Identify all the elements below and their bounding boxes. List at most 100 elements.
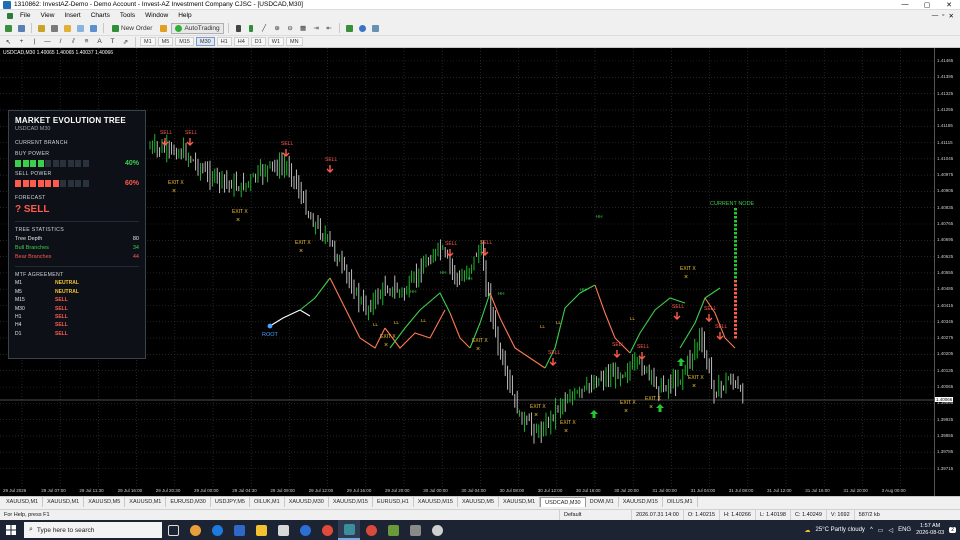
menu-charts[interactable]: Charts (86, 12, 115, 19)
timeframe-h1[interactable]: H1 (216, 37, 232, 46)
menu-file[interactable]: File (15, 12, 35, 19)
menu-view[interactable]: View (35, 12, 59, 19)
timeframe-m5[interactable]: M5 (157, 37, 174, 46)
chart-minimize-button[interactable]: — (932, 12, 939, 20)
time-axis[interactable]: 29 Jul 2026 29 Jul 07:00 29 Jul 11:30 29 Ju… (0, 488, 934, 496)
chart-tab[interactable]: XAUUSD,M1 (125, 497, 167, 507)
indicators-icon[interactable] (344, 23, 355, 34)
chart-tab[interactable]: XAUUSD,M15 (329, 497, 373, 507)
timeframe-m1[interactable]: M1 (140, 37, 156, 46)
volume-icon[interactable]: ◁ (888, 527, 893, 534)
cursor-icon[interactable]: ↖ (3, 36, 14, 47)
chrome-icon-2[interactable] (360, 520, 382, 540)
crosshair-icon[interactable]: + (16, 36, 27, 47)
chart-tab[interactable]: XAUUSD,M1 (43, 497, 85, 507)
network-icon[interactable]: ▭ (878, 527, 884, 534)
chart-tab[interactable]: OILUS,M1 (663, 497, 698, 507)
timeframe-m15[interactable]: M15 (175, 37, 194, 46)
profiles-icon[interactable] (16, 23, 27, 34)
chart-tab[interactable]: USDCAD,M30 (540, 497, 586, 507)
new-chart-icon[interactable] (3, 23, 14, 34)
market-watch-icon[interactable] (36, 23, 47, 34)
chart-tab[interactable]: XAUUSD,M1 (2, 497, 44, 507)
zoom-out-icon[interactable]: ⊖ (285, 23, 296, 34)
timeframe-h4[interactable]: H4 (233, 37, 249, 46)
strategy-tester-icon[interactable] (88, 23, 99, 34)
zoom-in-icon[interactable]: ⊕ (272, 23, 283, 34)
candlestick-icon[interactable] (246, 23, 257, 34)
notifications-icon[interactable]: 2 (949, 527, 956, 533)
app-icon-5[interactable] (294, 520, 316, 540)
templates-icon[interactable] (370, 23, 381, 34)
terminal-icon[interactable] (75, 23, 86, 34)
new-order-button[interactable]: New Order (108, 23, 156, 34)
line-chart-icon[interactable]: ╱ (259, 23, 270, 34)
clock[interactable]: 1:57 AM 2026-08-03 (916, 523, 944, 537)
language-indicator[interactable]: ENG (898, 527, 911, 533)
chart-tab[interactable]: OILUK,M1 (250, 497, 285, 507)
chrome-icon[interactable] (316, 520, 338, 540)
price-chart[interactable]: ROOT CURRENT NODE SELL SELL SELL SELL SELL SELL… (0, 48, 960, 496)
chart-tab[interactable]: USDJPY,M5 (211, 497, 250, 507)
text-icon[interactable]: A (94, 36, 105, 47)
status-profile[interactable]: Default (560, 509, 632, 521)
price-axis[interactable]: 1.41465 1.41395 1.41325 1.41255 1.41185 1.411… (934, 48, 960, 496)
timeframe-w1[interactable]: W1 (267, 37, 285, 46)
navigator-icon[interactable] (62, 23, 73, 34)
bar-chart-icon[interactable] (233, 23, 244, 34)
start-button[interactable] (0, 520, 22, 540)
timeframe-m30[interactable]: M30 (195, 37, 215, 46)
app-icon-3[interactable] (228, 520, 250, 540)
channel-icon[interactable]: ⫽ (68, 36, 79, 47)
current-node-stack (734, 320, 737, 323)
menu-tools[interactable]: Tools (115, 12, 140, 19)
autotrading-button[interactable]: AutoTrading (171, 22, 224, 34)
menu-help[interactable]: Help (173, 12, 196, 19)
metatrader-taskbar-icon[interactable] (338, 520, 360, 540)
taskbar-search[interactable]: ⌕ Type here to search (24, 522, 162, 538)
weather-icon[interactable]: ☁ (805, 527, 811, 534)
sell-label: SELL (548, 350, 560, 356)
metaeditor-icon[interactable] (158, 23, 169, 34)
vertical-line-icon[interactable]: | (29, 36, 40, 47)
auto-scroll-icon[interactable]: ⇥ (311, 23, 322, 34)
data-window-icon[interactable] (49, 23, 60, 34)
close-button[interactable]: ✕ (938, 0, 960, 10)
app-icon-4[interactable] (272, 520, 294, 540)
menu-window[interactable]: Window (140, 12, 173, 19)
maximize-button[interactable]: ▢ (916, 0, 938, 10)
app-icon-8[interactable] (426, 520, 448, 540)
chart-restore-button[interactable]: ▫ (942, 12, 944, 20)
chart-window-icon[interactable] (4, 10, 15, 21)
tray-chevron-icon[interactable]: ^ (870, 527, 873, 533)
timeframe-d1[interactable]: D1 (250, 37, 266, 46)
chart-tab[interactable]: XAUUSD,M5 (458, 497, 500, 507)
periods-icon[interactable] (357, 23, 368, 34)
trendline-icon[interactable]: / (55, 36, 66, 47)
chart-tab[interactable]: EURUSD,M30 (166, 497, 211, 507)
task-view-icon[interactable] (162, 520, 184, 540)
weather-text[interactable]: 25°C Partly cloudy (816, 527, 865, 533)
chart-shift-icon[interactable]: ⇤ (324, 23, 335, 34)
app-icon-1[interactable] (184, 520, 206, 540)
horizontal-line-icon[interactable]: — (42, 36, 53, 47)
chart-tab[interactable]: XAUUSD,M5 (84, 497, 126, 507)
chart-close-button[interactable]: ✕ (949, 12, 954, 20)
app-icon-7[interactable] (404, 520, 426, 540)
file-explorer-icon[interactable] (250, 520, 272, 540)
minimize-button[interactable]: — (894, 0, 916, 10)
chart-tab[interactable]: XAUUSD,M30 (285, 497, 329, 507)
fibonacci-icon[interactable]: ≡ (81, 36, 92, 47)
chart-tab[interactable]: EURUSD,H1 (373, 497, 414, 507)
timeframe-mn[interactable]: MN (286, 37, 303, 46)
chart-tab[interactable]: DOWI,M1 (586, 497, 619, 507)
chart-tab[interactable]: XAUUSD,M1 (499, 497, 541, 507)
arrows-icon[interactable]: ⇗ (120, 36, 131, 47)
chart-tab[interactable]: XAUUSD,M15 (414, 497, 458, 507)
app-icon-2[interactable] (206, 520, 228, 540)
menu-insert[interactable]: Insert (59, 12, 85, 19)
chart-tab[interactable]: XAUUSD,M15 (619, 497, 663, 507)
app-icon-6[interactable] (382, 520, 404, 540)
tile-windows-icon[interactable]: ▦ (298, 23, 309, 34)
label-icon[interactable]: T (107, 36, 118, 47)
